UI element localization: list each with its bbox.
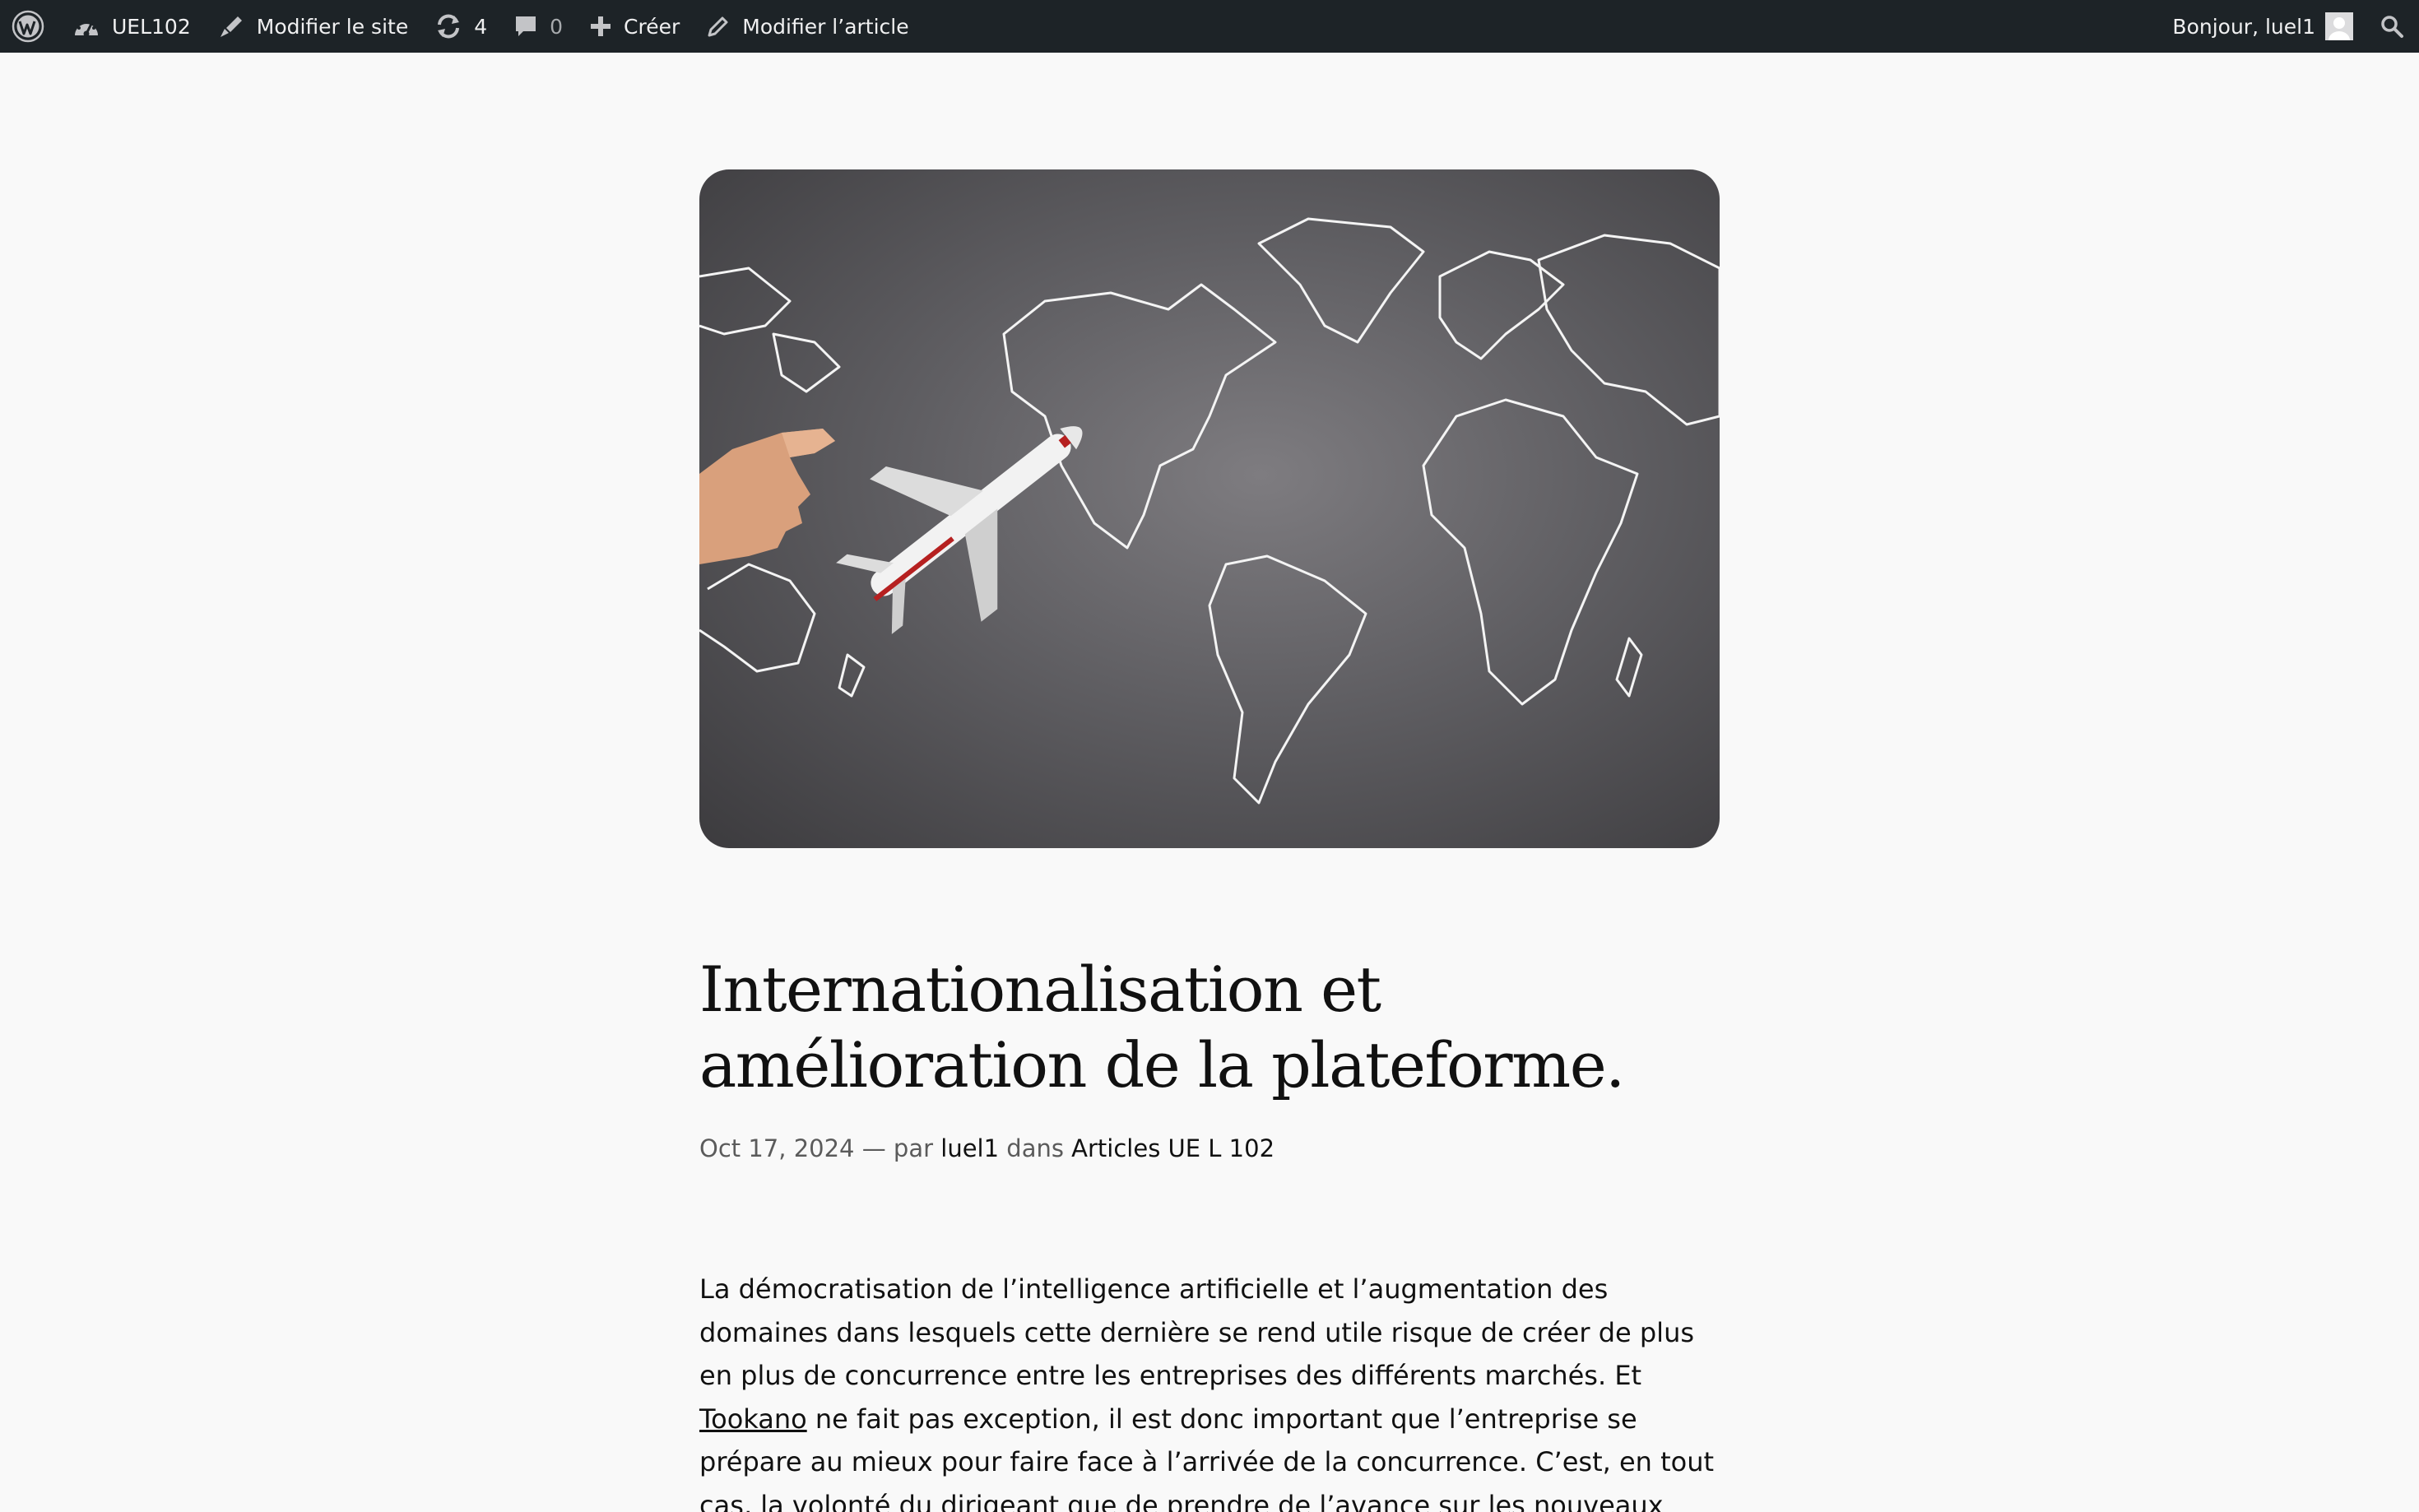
create-label: Créer: [624, 14, 680, 39]
greeting-label: Bonjour, luel1: [2172, 14, 2315, 39]
admin-bar-left: UEL102 Modifier le site 4 0 Créer Modifi…: [0, 0, 922, 53]
post-date[interactable]: Oct 17, 2024: [699, 1134, 855, 1162]
comment-icon: [516, 16, 536, 36]
updates-icon: [438, 14, 460, 39]
by-separator: — par: [854, 1134, 941, 1162]
edit-post-label: Modifier l’article: [742, 14, 909, 39]
post-category-link[interactable]: Articles UE L 102: [1071, 1134, 1275, 1162]
site-name-menu[interactable]: UEL102: [59, 0, 204, 53]
pencil-icon: [708, 16, 728, 37]
updates-button[interactable]: 4: [421, 0, 500, 53]
post-paragraph: La démocratisation de l’intelligence art…: [699, 1268, 1720, 1512]
post-meta: Oct 17, 2024 — par luel1 dans Articles U…: [699, 1134, 1720, 1162]
edit-site-label: Modifier le site: [256, 14, 409, 39]
user-avatar-icon: [2328, 17, 2350, 40]
comments-count: 0: [550, 14, 564, 39]
world-map-airplane-illustration: [699, 217, 1720, 805]
admin-bar: UEL102 Modifier le site 4 0 Créer Modifi…: [0, 0, 2419, 53]
post-content: Internationalisation et amélioration de …: [699, 169, 1720, 1512]
edit-post-button[interactable]: Modifier l’article: [693, 0, 922, 53]
post-title: Internationalisation et amélioration de …: [699, 953, 1625, 1102]
paragraph-text-part1: La démocratisation de l’intelligence art…: [699, 1273, 1695, 1391]
search-button[interactable]: [2366, 0, 2419, 53]
comments-button[interactable]: 0: [500, 0, 576, 53]
create-new-menu[interactable]: Créer: [576, 0, 693, 53]
dashboard-icon: [75, 21, 98, 37]
plus-icon: [591, 16, 611, 36]
edit-site-button[interactable]: Modifier le site: [204, 0, 421, 53]
brush-icon: [220, 16, 242, 37]
tookano-link[interactable]: Tookano: [699, 1403, 807, 1435]
post-author-link[interactable]: luel1: [940, 1134, 999, 1162]
in-separator: dans: [999, 1134, 1072, 1162]
wordpress-logo-button[interactable]: [0, 0, 59, 53]
updates-count: 4: [474, 14, 488, 39]
avatar: [2325, 12, 2353, 40]
site-name-label: UEL102: [112, 14, 191, 39]
search-icon: [2381, 16, 2403, 38]
featured-image: [699, 169, 1720, 848]
paragraph-text-part2: ne fait pas exception, il est donc impor…: [699, 1403, 1715, 1512]
admin-bar-right: Bonjour, luel1: [2159, 0, 2419, 53]
my-account-menu[interactable]: Bonjour, luel1: [2159, 0, 2366, 53]
wordpress-logo-icon: [12, 10, 44, 43]
